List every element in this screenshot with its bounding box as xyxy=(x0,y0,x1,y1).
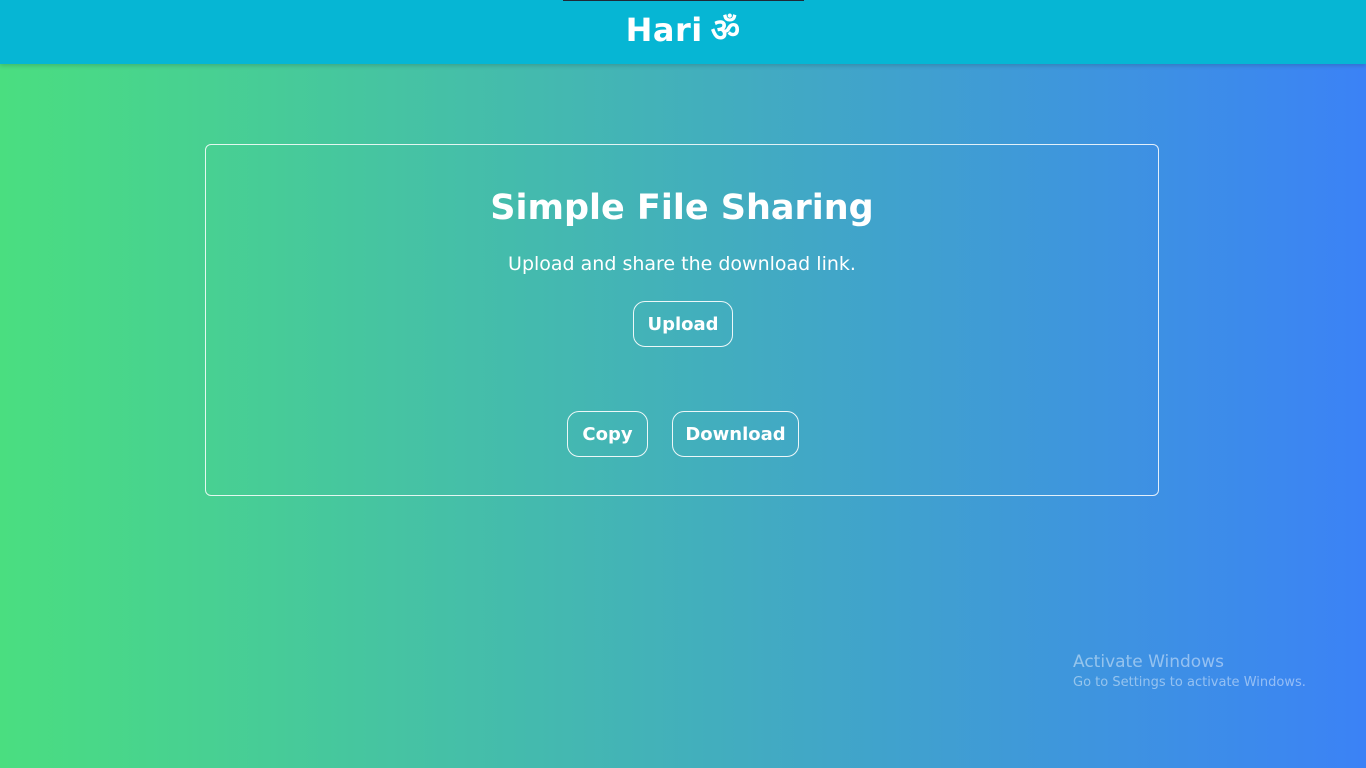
top-divider xyxy=(563,0,804,1)
om-icon: ॐ xyxy=(710,11,741,49)
watermark-title: Activate Windows xyxy=(1073,652,1224,672)
copy-button[interactable]: Copy xyxy=(567,411,648,457)
brand-text: Hari xyxy=(625,11,703,49)
download-button[interactable]: Download xyxy=(672,411,799,457)
card-title: Simple File Sharing xyxy=(490,188,874,228)
watermark-subtitle: Go to Settings to activate Windows. xyxy=(1073,675,1306,690)
brand-title: Hari ॐ xyxy=(626,14,741,46)
file-sharing-card: Simple File Sharing Upload and share the… xyxy=(205,144,1159,496)
upload-button[interactable]: Upload xyxy=(633,301,733,347)
activate-windows-watermark: Activate Windows Go to Settings to activ… xyxy=(1073,651,1306,693)
card-subtitle: Upload and share the download link. xyxy=(508,253,856,275)
top-bar: Hari ॐ xyxy=(0,0,1366,64)
